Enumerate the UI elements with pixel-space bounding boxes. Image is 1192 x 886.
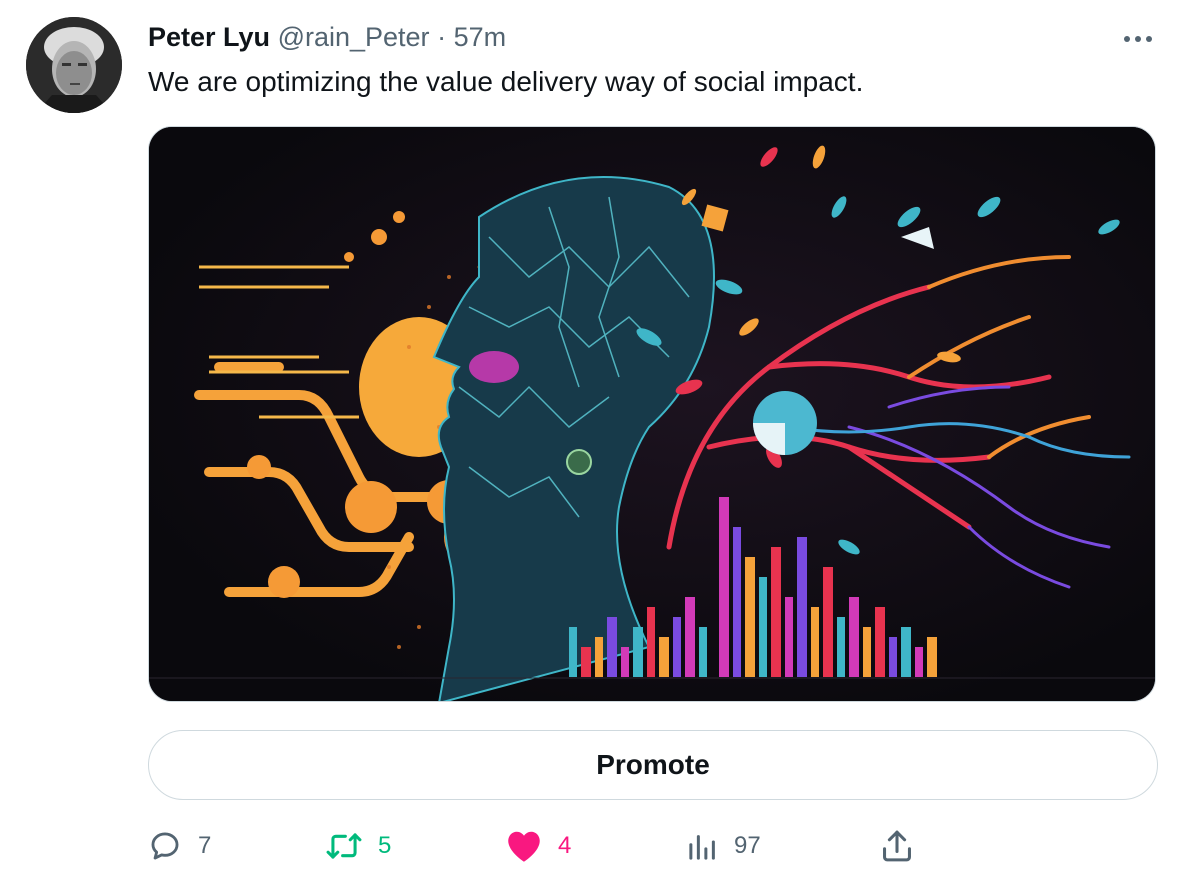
tweet-timestamp[interactable]: 57m [454, 22, 507, 52]
author-name[interactable]: Peter Lyu [148, 22, 270, 52]
promote-button[interactable]: Promote [148, 730, 1158, 800]
tweet-media-image[interactable] [148, 126, 1156, 702]
analytics-bar-icon [689, 835, 715, 860]
more-options-button[interactable] [1118, 22, 1158, 56]
reply-button[interactable]: 7 [148, 826, 211, 866]
reply-icon [151, 832, 179, 860]
like-count: 4 [558, 832, 572, 859]
share-upload-icon [883, 830, 911, 862]
share-button[interactable] [880, 826, 914, 866]
more-horizontal-icon [1124, 36, 1152, 42]
like-button[interactable]: 4 [506, 826, 571, 866]
retweet-count: 5 [378, 832, 392, 859]
views-count: 97 [734, 832, 761, 859]
author-avatar[interactable] [26, 17, 122, 113]
heart-filled-icon [508, 831, 540, 862]
reply-count: 7 [198, 832, 212, 859]
views-button[interactable]: 97 [688, 826, 761, 866]
tweet-header: Peter Lyu @rain_Peter · 57m [148, 20, 506, 54]
tweet-text: We are optimizing the value delivery way… [148, 66, 864, 97]
retweet-button[interactable]: 5 [326, 826, 391, 866]
header-separator: · [437, 22, 447, 52]
author-handle[interactable]: @rain_Peter [278, 22, 430, 52]
retweet-icon [326, 833, 362, 859]
